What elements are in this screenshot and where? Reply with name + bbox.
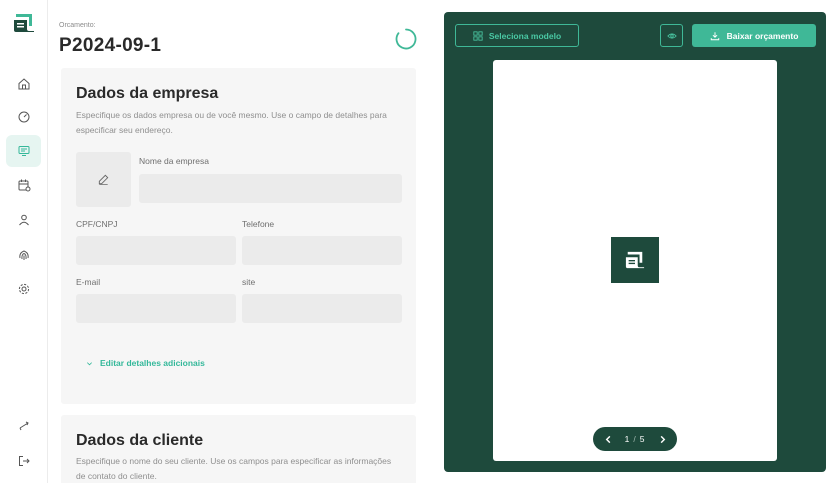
preview-logo-icon	[611, 237, 659, 283]
download-icon	[710, 31, 719, 40]
phone-label: Telefone	[242, 219, 275, 229]
sidebar-item-clients[interactable]	[6, 204, 41, 236]
home-icon	[18, 78, 29, 90]
company-logo-upload[interactable]	[76, 152, 131, 207]
logout-icon	[18, 456, 30, 466]
edit-icon	[98, 174, 109, 185]
doc-number-label: Orcamento:	[59, 22, 96, 29]
sidebar-item-settings[interactable]	[6, 273, 41, 305]
download-quote-button[interactable]: Baixar orçamento	[692, 24, 816, 47]
loading-spinner-icon	[395, 28, 417, 50]
sidebar-item-home[interactable]	[6, 68, 41, 100]
select-model-button[interactable]: Seleciona modelo	[455, 24, 579, 47]
page-pager: 1/5	[593, 427, 677, 451]
gauge-icon	[18, 111, 29, 123]
layout-icon	[473, 30, 483, 41]
switch-icon	[19, 421, 29, 431]
edit-details-toggle[interactable]: Editar detalhes adicionais	[86, 358, 205, 368]
preview-panel: Seleciona modelo Baixar orçamento 1 / 5	[444, 12, 826, 472]
company-section-title: Dados da empresa	[76, 85, 219, 102]
site-label: site	[242, 277, 256, 287]
sidebar-item-quotes[interactable]	[6, 135, 41, 167]
fingerprint-icon	[18, 250, 29, 260]
client-card: Dados da cliente Especifique o nome do s…	[61, 415, 416, 483]
cpf-field[interactable]	[76, 236, 236, 265]
site-field[interactable]	[242, 294, 402, 323]
eye-icon	[666, 33, 677, 38]
brand-logo-icon[interactable]	[12, 12, 36, 34]
quote-form: Orcamento: P2024-09-1 Dados da empresa E…	[48, 0, 436, 483]
sidebar-item-security[interactable]	[6, 239, 41, 271]
calendar-icon	[18, 179, 30, 192]
current-page: 1	[624, 434, 631, 444]
page-title: P2024-09-1	[59, 35, 162, 56]
chevron-left-icon	[605, 435, 610, 443]
sidebar-item-calendar[interactable]	[6, 169, 41, 201]
chevron-down-icon	[87, 361, 92, 365]
total-pages: 5	[639, 434, 646, 444]
company-name-label: Nome da empresa	[139, 156, 209, 166]
company-card: Dados da empresa Especifique os dados em…	[61, 68, 416, 404]
sidebar	[0, 0, 48, 483]
document-preview-page: 1/5	[493, 60, 777, 461]
next-page-button[interactable]	[656, 433, 668, 445]
page-indicator: 1/5	[624, 434, 646, 444]
client-section-title: Dados da cliente	[76, 432, 204, 449]
email-field[interactable]	[76, 294, 236, 323]
download-quote-label: Baixar orçamento	[726, 30, 799, 41]
user-icon	[18, 214, 29, 226]
prev-page-button[interactable]	[602, 433, 614, 445]
sidebar-item-dashboard[interactable]	[6, 101, 41, 133]
client-section-description: Especifique o nome do seu cliente. Use o…	[76, 456, 392, 481]
receipt-icon	[18, 146, 29, 156]
select-model-label: Seleciona modelo	[488, 30, 562, 41]
cpf-label: CPF/CNPJ	[76, 219, 118, 229]
company-name-field[interactable]	[139, 174, 402, 203]
company-section-description: Especifique os dados empresa ou de você …	[76, 110, 387, 135]
preview-button[interactable]	[660, 24, 683, 47]
phone-field[interactable]	[242, 236, 402, 265]
email-label: E-mail	[76, 277, 101, 287]
chevron-right-icon	[660, 435, 665, 443]
edit-details-label: Editar detalhes adicionais	[100, 358, 205, 368]
settings-icon	[18, 283, 29, 295]
app-root: Orcamento: P2024-09-1 Dados da empresa E…	[0, 0, 840, 483]
switch-account-button[interactable]	[6, 410, 41, 442]
logout-button[interactable]	[6, 445, 41, 477]
